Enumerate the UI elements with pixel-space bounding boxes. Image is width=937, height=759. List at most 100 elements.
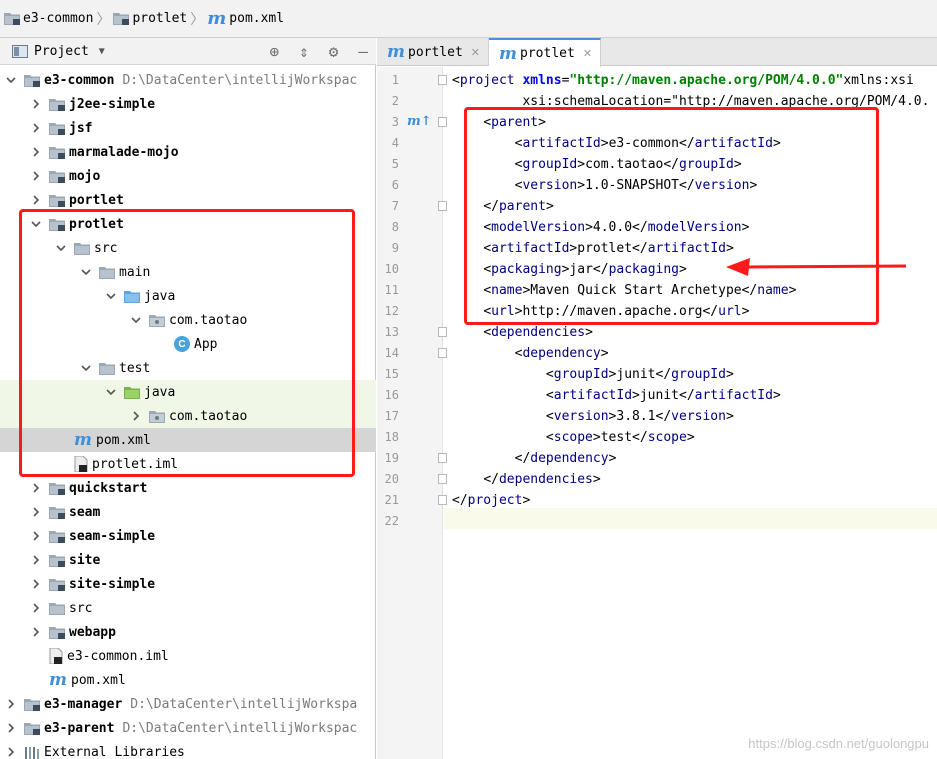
fold-marker-icon[interactable] (438, 327, 447, 337)
tree-item[interactable]: e3-manager D:\DataCenter\intellijWorkspa (0, 692, 376, 716)
code-line[interactable]: <project xmlns="http://maven.apache.org/… (452, 70, 914, 91)
chevron-right-icon[interactable] (31, 603, 41, 613)
tree-item-label: portlet (69, 192, 124, 208)
code-line[interactable]: <dependencies> (452, 322, 593, 343)
line-number: 8 (391, 220, 399, 234)
project-view-icon (12, 44, 28, 58)
tree-item[interactable]: mojo (0, 164, 376, 188)
tree-item[interactable]: marmalade-mojo (0, 140, 376, 164)
chevron-right-icon[interactable] (31, 171, 41, 181)
chevron-right-icon[interactable] (31, 531, 41, 541)
fold-marker-icon[interactable] (438, 453, 447, 463)
tree-item[interactable]: e3-parent D:\DataCenter\intellijWorkspac (0, 716, 376, 740)
module-icon (49, 530, 65, 543)
chevron-right-icon[interactable] (31, 195, 41, 205)
tree-item[interactable]: webapp (0, 620, 376, 644)
code-line[interactable]: <scope>test</scope> (452, 427, 695, 448)
tree-item-label: j2ee-simple (69, 96, 156, 112)
fold-marker-icon[interactable] (438, 348, 447, 358)
module-icon (24, 698, 40, 711)
close-icon[interactable]: ✕ (583, 47, 592, 60)
editor-gutter: 1 2 3 4 5 6 7 8 9 10 11 12 13 14 15 16 17 18 19 20 21 22 m↑ (377, 67, 447, 759)
breadcrumb-item[interactable]: protlet (113, 0, 187, 37)
tree-item-label: e3-common.iml (67, 648, 169, 664)
project-view-label[interactable]: Project (34, 44, 89, 59)
line-number: 18 (384, 430, 399, 444)
line-number: 11 (384, 283, 399, 297)
tree-item[interactable]: External Libraries (0, 740, 376, 759)
settings-icon[interactable]: ⚙ (329, 42, 339, 61)
tree-item-label: src (69, 600, 93, 616)
editor-tabbar: m portlet ✕ m protlet ✕ (377, 38, 937, 67)
tree-item[interactable]: quickstart (0, 476, 376, 500)
editor-tab[interactable]: m protlet ✕ (489, 38, 602, 67)
chevron-right-icon[interactable] (6, 699, 16, 709)
code-line[interactable]: </project> (452, 490, 530, 511)
breadcrumb-item[interactable]: e3-common (4, 0, 93, 37)
tree-item-label: marmalade-mojo (69, 144, 179, 160)
close-icon[interactable]: ✕ (471, 46, 480, 59)
editor-tab[interactable]: m portlet ✕ (377, 38, 490, 66)
tree-item[interactable]: src (0, 596, 376, 620)
chevron-right-icon[interactable] (31, 579, 41, 589)
breadcrumb-item[interactable]: m pom.xml (207, 0, 284, 37)
tree-item[interactable]: site (0, 548, 376, 572)
tree-item[interactable]: seam (0, 500, 376, 524)
hide-icon[interactable]: — (358, 42, 368, 61)
current-line-highlight (444, 508, 937, 529)
module-icon (49, 98, 65, 111)
code-line[interactable]: </dependencies> (452, 469, 600, 490)
line-number: 4 (391, 136, 399, 150)
code-line[interactable]: <artifactId>junit</artifactId> (452, 385, 781, 406)
tree-item[interactable]: e3-common.iml (0, 644, 376, 668)
code-line[interactable]: <version>3.8.1</version> (452, 406, 734, 427)
code-line[interactable]: <groupId>junit</groupId> (452, 364, 734, 385)
fold-marker-icon[interactable] (438, 474, 447, 484)
chevron-down-icon[interactable] (6, 75, 16, 85)
line-number: 15 (384, 367, 399, 381)
module-folder-icon (4, 12, 20, 25)
tab-label: protlet (520, 46, 575, 61)
tree-item-label: seam (69, 504, 101, 520)
chevron-right-icon[interactable] (31, 123, 41, 133)
line-number: 5 (391, 157, 399, 171)
chevron-right-icon[interactable] (31, 627, 41, 637)
chevron-right-icon[interactable] (6, 723, 16, 733)
tree-item[interactable]: site-simple (0, 572, 376, 596)
module-icon (24, 74, 40, 87)
tree-item[interactable]: m pom.xml (0, 668, 376, 692)
tree-item[interactable]: e3-common D:\DataCenter\intellijWorkspac (0, 68, 376, 92)
code-line[interactable]: <dependency> (452, 343, 609, 364)
fold-marker-icon[interactable] (438, 75, 447, 85)
fold-marker-icon[interactable] (438, 117, 447, 127)
line-number: 13 (384, 325, 399, 339)
chevron-down-icon[interactable]: ▼ (99, 46, 105, 57)
tree-item[interactable]: jsf (0, 116, 376, 140)
maven-parent-icon[interactable]: m↑ (407, 114, 432, 129)
line-number: 1 (391, 73, 399, 87)
chevron-right-icon[interactable] (31, 99, 41, 109)
maven-icon: m (387, 42, 405, 62)
code-line[interactable]: </dependency> (452, 448, 617, 469)
chevron-right-icon[interactable] (6, 747, 16, 757)
fold-marker-icon[interactable] (438, 201, 447, 211)
tab-label: portlet (408, 44, 463, 60)
breadcrumb-separator-icon: 〉 (96, 11, 111, 28)
tree-item-label: site (69, 552, 101, 568)
collapse-icon[interactable]: ⇕ (299, 42, 309, 61)
chevron-right-icon[interactable] (31, 507, 41, 517)
chevron-right-icon[interactable] (31, 555, 41, 565)
breadcrumb-separator-icon: 〉 (190, 11, 205, 28)
locate-icon[interactable]: ⊕ (269, 42, 279, 61)
fold-marker-icon[interactable] (438, 495, 447, 505)
chevron-right-icon[interactable] (31, 147, 41, 157)
tree-item[interactable]: seam-simple (0, 524, 376, 548)
line-number: 3 (391, 115, 399, 129)
chevron-right-icon[interactable] (31, 483, 41, 493)
module-icon (49, 578, 65, 591)
module-icon (49, 194, 65, 207)
line-number: 9 (391, 241, 399, 255)
tree-item[interactable]: j2ee-simple (0, 92, 376, 116)
tree-item-label: pom.xml (71, 672, 126, 688)
